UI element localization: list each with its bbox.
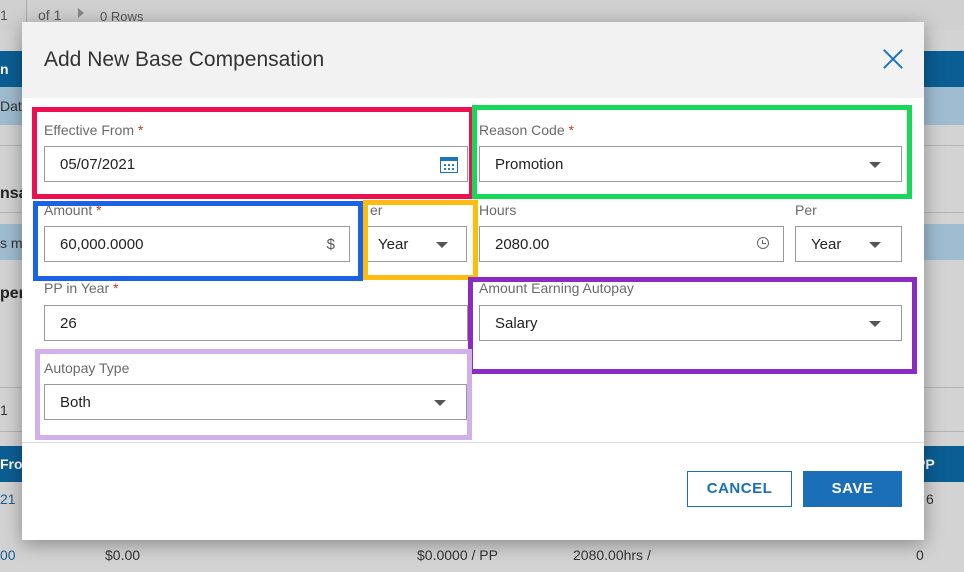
chevron-down-icon [869, 242, 881, 248]
save-button[interactable]: SAVE [803, 471, 902, 507]
amount-earning-autopay-value: Salary [495, 315, 538, 332]
bg-header-fragment: n [0, 61, 9, 77]
effective-from-date-input[interactable]: 05/07/2021 [44, 146, 468, 182]
chevron-down-icon [434, 400, 446, 406]
hours-per-select[interactable]: Year [795, 226, 902, 262]
amount-label-text: Amount [44, 202, 93, 218]
bg-cell: $0.0000 / PP [417, 547, 498, 563]
bg-cell: 6 [926, 491, 934, 507]
required-mark: * [113, 280, 119, 296]
bg-cell[interactable]: 00 [0, 547, 16, 563]
calendar-icon[interactable] [440, 155, 458, 173]
amount-value: 60,000.0000 [60, 236, 144, 253]
bg-cell[interactable]: 21 [0, 491, 16, 507]
autopay-type-select[interactable]: Both [44, 384, 467, 420]
bg-pager-fragment: 1 [0, 402, 8, 418]
chevron-down-icon [869, 162, 881, 168]
reason-code-label: Reason Code * [479, 122, 574, 138]
required-mark: * [137, 122, 144, 138]
pager-next-icon[interactable] [78, 8, 84, 18]
footer-divider [22, 442, 924, 443]
hours-per-value: Year [811, 236, 842, 253]
amount-label: Amount * [44, 202, 102, 218]
hours-label: Hours [479, 202, 517, 218]
autopay-type-value: Both [60, 394, 91, 411]
close-icon[interactable] [880, 46, 906, 72]
pp-in-year-value: 26 [60, 315, 77, 332]
add-base-compensation-dialog: Add New Base Compensation Effective From… [22, 22, 924, 540]
effective-from-label-text: Effective From [44, 122, 134, 138]
required-mark: * [568, 122, 574, 138]
chevron-down-icon [869, 321, 881, 327]
hours-per-label: Per [795, 202, 817, 218]
cancel-button[interactable]: CANCEL [687, 471, 792, 507]
chevron-down-icon [436, 242, 448, 248]
bg-row-fragment: s m [0, 235, 23, 251]
pp-in-year-label: PP in Year * [44, 280, 118, 296]
pp-in-year-input[interactable]: 26 [44, 305, 468, 341]
effective-from-label: Effective From * [44, 122, 143, 138]
pager-of: of 1 [38, 7, 62, 23]
bg-header-fragment: Fro [0, 456, 23, 472]
autopay-type-label: Autopay Type [44, 360, 130, 376]
reason-code-value: Promotion [495, 156, 564, 173]
amount-input[interactable]: 60,000.0000 $ [44, 226, 350, 262]
amount-earning-autopay-select[interactable]: Salary [479, 305, 902, 341]
pp-in-year-label-text: PP in Year [44, 280, 110, 296]
amount-per-value: Year [378, 236, 409, 253]
dialog-title: Add New Base Compensation [44, 48, 325, 71]
bg-cell: 0 [916, 547, 924, 563]
required-mark: * [96, 202, 102, 218]
reason-code-select[interactable]: Promotion [479, 146, 902, 182]
bg-cell: 2080.00hrs / [573, 547, 651, 563]
dollar-icon: $ [326, 236, 335, 253]
pager-page: 1 [0, 7, 8, 23]
reason-code-label-text: Reason Code [479, 122, 565, 138]
bg-cell: $0.00 [105, 547, 141, 563]
clock-icon [757, 237, 769, 249]
amount-per-select[interactable]: Year [367, 226, 467, 262]
hours-value: 2080.00 [495, 236, 550, 253]
amount-per-label: er [370, 202, 383, 218]
hours-input[interactable]: 2080.00 [479, 226, 784, 262]
amount-earning-autopay-label: Amount Earning Autopay [479, 280, 634, 296]
effective-from-value: 05/07/2021 [60, 156, 136, 173]
dialog-header: Add New Base Compensation [22, 22, 924, 98]
